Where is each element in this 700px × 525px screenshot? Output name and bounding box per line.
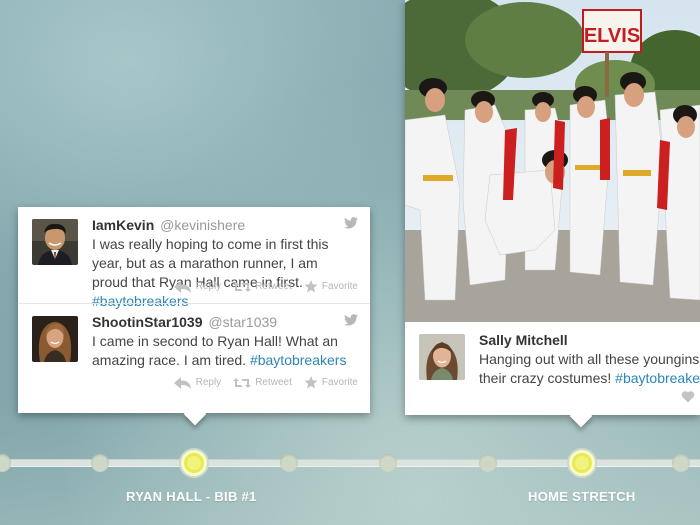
timeline-label-ryan-hall[interactable]: RYAN HALL - BIB #1 bbox=[126, 489, 257, 504]
reply-icon bbox=[173, 280, 191, 293]
reply-label: Reply bbox=[195, 377, 222, 388]
timeline-dot-active-home-stretch[interactable] bbox=[569, 450, 595, 476]
tweet-actions: Reply Retweet Favorite bbox=[173, 280, 358, 293]
tweet-author-name[interactable]: ShootinStar1039 bbox=[92, 314, 202, 330]
timeline-dot[interactable] bbox=[672, 454, 690, 472]
hashtag-link[interactable]: #baytobreakers bbox=[250, 352, 347, 368]
tweet-author-handle[interactable]: @star1039 bbox=[208, 314, 277, 330]
tweet-actions: Reply Retweet Favorite bbox=[173, 376, 358, 389]
timeline-dot[interactable] bbox=[0, 454, 11, 472]
reply-button[interactable]: Reply bbox=[173, 280, 222, 293]
timeline-dot[interactable] bbox=[280, 454, 298, 472]
retweet-button[interactable]: Retweet bbox=[233, 376, 292, 389]
tweet-card-left: IamKevin @kevinishere I was really hopin… bbox=[18, 207, 370, 413]
retweet-icon bbox=[233, 281, 252, 292]
retweet-label: Retweet bbox=[255, 281, 292, 292]
tweet-author-name[interactable]: Sally Mitchell bbox=[479, 332, 568, 348]
retweet-label: Retweet bbox=[255, 377, 292, 388]
retweet-button[interactable]: Retweet bbox=[233, 280, 292, 293]
hashtag-link[interactable]: #baytobreakers bbox=[615, 370, 700, 386]
favorite-button[interactable]: Favorite bbox=[304, 376, 358, 389]
heart-icon[interactable] bbox=[681, 390, 695, 403]
elvis-runners-photo[interactable]: ELVIS bbox=[405, 0, 700, 322]
twitter-bird-icon bbox=[344, 314, 358, 326]
tweet-item[interactable]: Sally Mitchell Hanging out with all thes… bbox=[405, 322, 700, 415]
avatar-sally[interactable] bbox=[419, 334, 465, 380]
timeline-dot[interactable] bbox=[91, 454, 109, 472]
timeline-label-home-stretch[interactable]: HOME STRETCH bbox=[528, 489, 636, 504]
timeline-dot-active-ryan-hall[interactable] bbox=[181, 450, 207, 476]
retweet-icon bbox=[233, 377, 252, 388]
favorite-label: Favorite bbox=[321, 377, 358, 388]
star-icon bbox=[304, 376, 318, 389]
photo-tweet-card: ELVIS Sally Mitchell Hanging out with al… bbox=[405, 0, 700, 415]
avatar-star1039[interactable] bbox=[32, 316, 78, 362]
timeline-dot[interactable] bbox=[479, 454, 497, 472]
tweet-item[interactable]: IamKevin @kevinishere I was really hopin… bbox=[18, 207, 370, 309]
reply-icon bbox=[173, 376, 191, 389]
tweet-item[interactable]: ShootinStar1039 @star1039 I came in seco… bbox=[18, 303, 370, 399]
reply-label: Reply bbox=[195, 281, 222, 292]
tweet-author-name[interactable]: IamKevin bbox=[92, 217, 154, 233]
timeline-dot[interactable] bbox=[379, 454, 397, 472]
favorite-button[interactable]: Favorite bbox=[304, 280, 358, 293]
avatar-kevin[interactable] bbox=[32, 219, 78, 265]
svg-text:ELVIS: ELVIS bbox=[584, 25, 640, 47]
reply-button[interactable]: Reply bbox=[173, 376, 222, 389]
favorite-label: Favorite bbox=[321, 281, 358, 292]
tweet-author-handle[interactable]: @kevinishere bbox=[160, 217, 245, 233]
star-icon bbox=[304, 280, 318, 293]
twitter-bird-icon bbox=[344, 217, 358, 229]
